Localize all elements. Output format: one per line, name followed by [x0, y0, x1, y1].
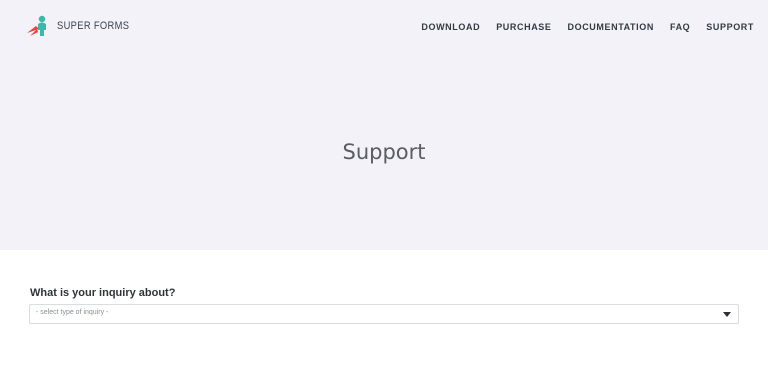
- nav-documentation[interactable]: DOCUMENTATION: [568, 22, 654, 32]
- nav-download[interactable]: DOWNLOAD: [421, 22, 480, 32]
- page-title: Support: [342, 140, 426, 164]
- logo-text: SUPER FORMS: [57, 20, 130, 32]
- chevron-down-icon: [723, 312, 731, 317]
- main-nav: DOWNLOAD PURCHASE DOCUMENTATION FAQ SUPP…: [421, 22, 754, 32]
- hero-banner: SUPER FORMS DOWNLOAD PURCHASE DOCUMENTAT…: [0, 0, 768, 250]
- site-logo[interactable]: SUPER FORMS: [26, 14, 142, 38]
- inquiry-select[interactable]: - select type of inquiry -: [29, 304, 739, 324]
- inquiry-label: What is your inquiry about?: [30, 287, 176, 299]
- inquiry-select-value: - select type of inquiry -: [36, 309, 109, 316]
- nav-purchase[interactable]: PURCHASE: [496, 22, 551, 32]
- nav-faq[interactable]: FAQ: [670, 22, 690, 32]
- nav-support[interactable]: SUPPORT: [706, 22, 754, 32]
- superhero-icon: [27, 15, 46, 36]
